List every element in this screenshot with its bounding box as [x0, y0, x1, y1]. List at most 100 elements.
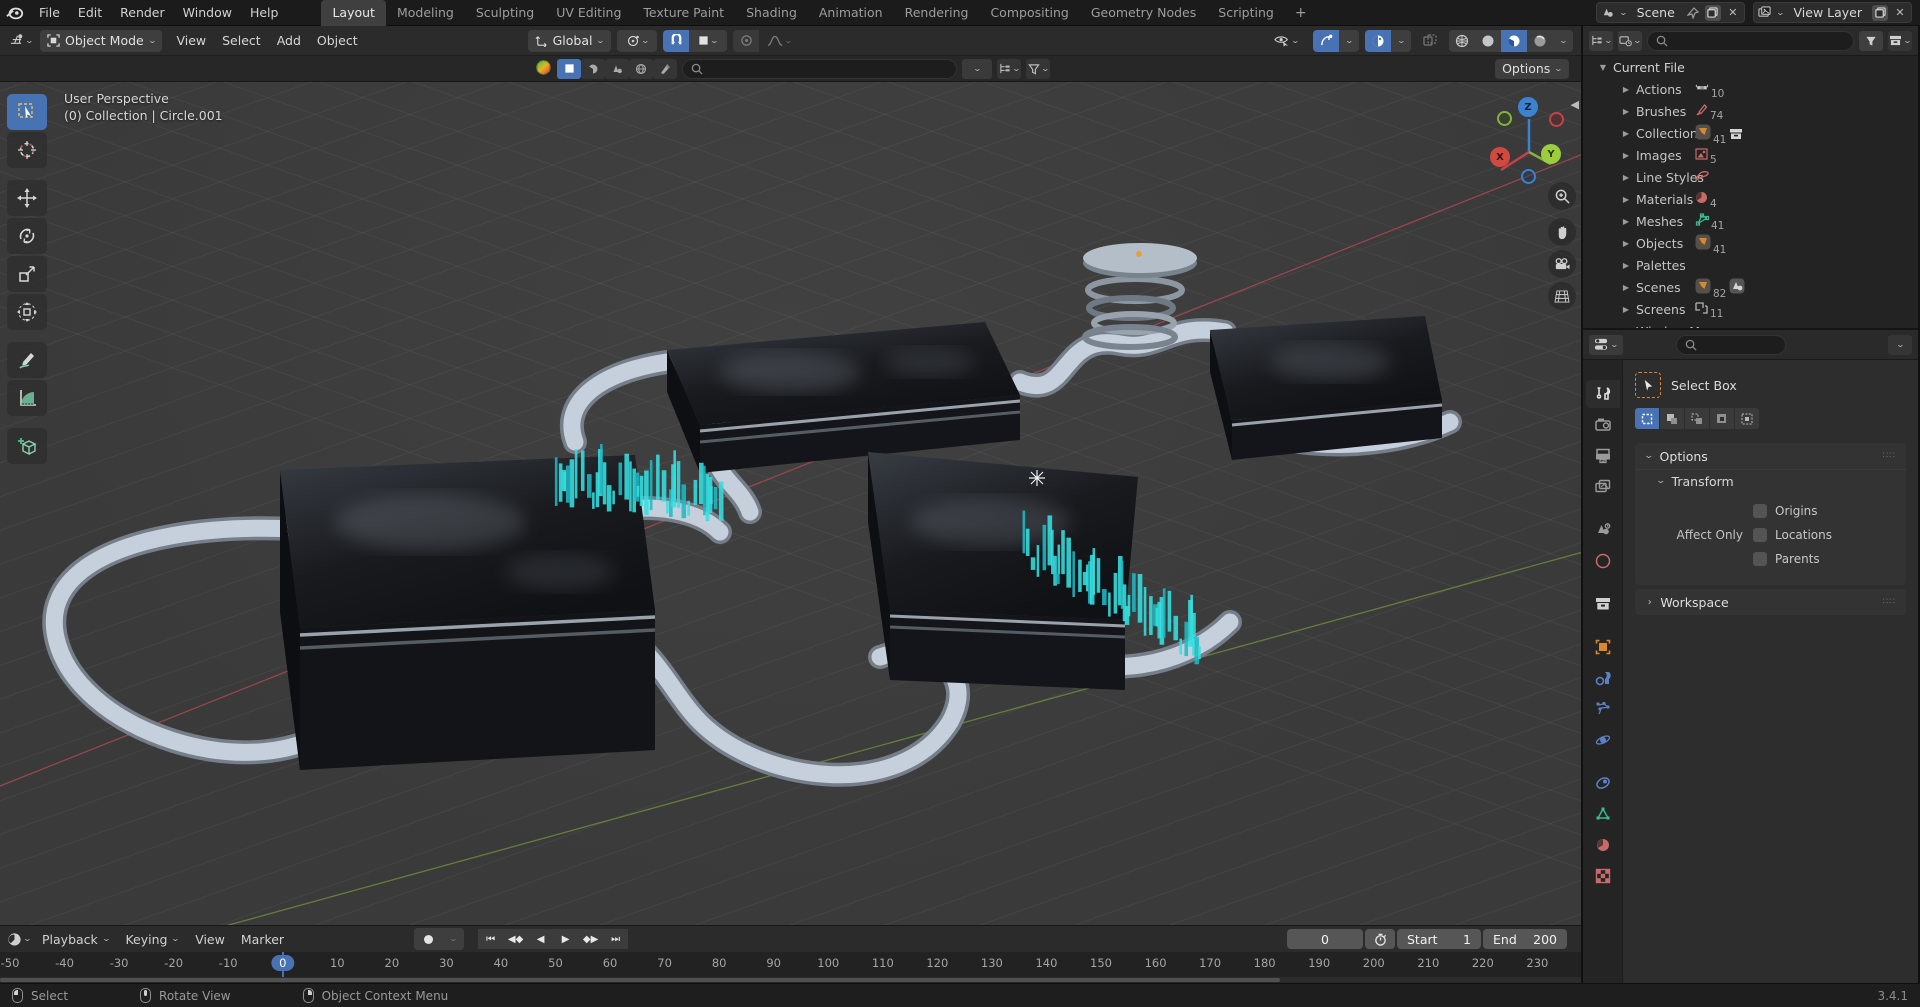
- pan-hand-button[interactable]: [1548, 218, 1576, 246]
- outliner-row-current-file[interactable]: ▼Current File: [1583, 56, 1918, 78]
- display-mode-4-button[interactable]: [629, 59, 653, 79]
- outliner-row-images[interactable]: ▶Images5: [1583, 144, 1918, 166]
- new-view-layer-button[interactable]: [1872, 5, 1888, 21]
- select-mode-extend[interactable]: [1660, 408, 1685, 429]
- properties-tab-modifiers[interactable]: [1586, 664, 1620, 692]
- expand-arrow[interactable]: ▶: [1620, 305, 1632, 314]
- outliner-collection-dropdown[interactable]: ⌄: [1888, 31, 1912, 51]
- workspace-tab-uv-editing[interactable]: UV Editing: [545, 0, 632, 26]
- overlays-dropdown[interactable]: ⌄: [1391, 30, 1411, 52]
- next-keyframe-button[interactable]: ◆▶: [578, 929, 603, 949]
- select-mode-subtract[interactable]: [1685, 408, 1710, 429]
- menu-help[interactable]: Help: [241, 0, 288, 26]
- properties-tab-view-layer[interactable]: [1586, 473, 1620, 501]
- ortho-grid-button[interactable]: [1548, 282, 1576, 310]
- mode-dropdown[interactable]: Object Mode ⌄: [40, 30, 162, 52]
- object-visibility-dropdown[interactable]: ⌄: [1265, 30, 1307, 52]
- gizmo-minus-y-axis[interactable]: [1497, 111, 1512, 126]
- platform-top-middle[interactable]: [667, 322, 1020, 473]
- properties-tab-object-data[interactable]: [1586, 800, 1620, 828]
- expand-arrow[interactable]: ▶: [1620, 129, 1632, 138]
- outliner-row-screens[interactable]: ▶Screens11: [1583, 298, 1918, 320]
- menu-window[interactable]: Window: [174, 0, 241, 26]
- outliner-row-brushes[interactable]: ▶Brushes74: [1583, 100, 1918, 122]
- properties-tab-constraints[interactable]: [1586, 769, 1620, 797]
- checkbox-origins[interactable]: [1753, 504, 1767, 518]
- use-preview-range-button[interactable]: [1365, 929, 1395, 949]
- select-mode-invert[interactable]: [1710, 408, 1735, 429]
- outliner-display-mode-dropdown[interactable]: ⌄: [1589, 31, 1613, 51]
- viewport-menu-view[interactable]: View: [168, 33, 214, 48]
- outliner-row-line-styles[interactable]: ▶Line Styles: [1583, 166, 1918, 188]
- tool-add-cube[interactable]: [7, 428, 47, 464]
- properties-editor-type-button[interactable]: ⌄: [1589, 335, 1623, 355]
- viewport-options-dropdown[interactable]: Options ⌄: [1495, 59, 1569, 79]
- expand-arrow[interactable]: ▶: [1620, 107, 1632, 116]
- transform-subpanel-header[interactable]: ⌄ Transform: [1635, 469, 1906, 493]
- timeline-menu-view[interactable]: View: [187, 932, 233, 947]
- workspace-tab-geometry-nodes[interactable]: Geometry Nodes: [1080, 0, 1207, 26]
- show-gizmo-toggle[interactable]: [1313, 30, 1339, 52]
- auto-keying-dropdown[interactable]: ⌄: [442, 928, 464, 950]
- play-button[interactable]: ▶: [553, 929, 578, 949]
- properties-options-dropdown[interactable]: ⌄: [1888, 335, 1912, 355]
- outliner-search-input[interactable]: [1647, 31, 1854, 51]
- expand-arrow[interactable]: ▼: [1597, 63, 1609, 72]
- camera-view-button[interactable]: [1548, 250, 1576, 278]
- properties-tab-collection[interactable]: [1586, 590, 1620, 618]
- scene-name[interactable]: Scene: [1631, 5, 1681, 20]
- checkbox-locations[interactable]: [1753, 528, 1767, 542]
- display-mode-5-button[interactable]: [653, 59, 677, 79]
- outliner-row-scenes[interactable]: ▶Scenes82: [1583, 276, 1918, 298]
- tool-annotate[interactable]: [7, 342, 47, 378]
- viewport-menu-add[interactable]: Add: [269, 33, 309, 48]
- filter-funnel-button[interactable]: ⌄: [1026, 59, 1050, 79]
- display-mode-1-button[interactable]: [557, 59, 581, 79]
- new-scene-button[interactable]: [1705, 5, 1721, 21]
- remove-view-layer-button[interactable]: ✕: [1892, 5, 1908, 21]
- checkbox-parents[interactable]: [1753, 552, 1767, 566]
- gizmo-x-axis[interactable]: X: [1490, 147, 1510, 167]
- display-mode-2-button[interactable]: [581, 59, 605, 79]
- view-layer-name[interactable]: View Layer: [1788, 5, 1869, 20]
- timeline-menu-marker[interactable]: Marker: [233, 932, 292, 947]
- properties-tab-object[interactable]: [1586, 633, 1620, 661]
- shading-wireframe-button[interactable]: [1449, 30, 1475, 52]
- tool-move[interactable]: [7, 180, 47, 216]
- expand-arrow[interactable]: ▶: [1620, 283, 1632, 292]
- outliner-row-materials[interactable]: ▶Materials4: [1583, 188, 1918, 210]
- properties-tab-physics[interactable]: [1586, 726, 1620, 754]
- timeline-editor-type-button[interactable]: ⌄: [6, 928, 32, 950]
- outliner-row-objects[interactable]: ▶Objects41: [1583, 232, 1918, 254]
- gizmo-minus-x-axis[interactable]: [1549, 112, 1564, 127]
- properties-tab-render[interactable]: [1586, 411, 1620, 439]
- shading-material-button[interactable]: [1501, 30, 1527, 52]
- expand-arrow[interactable]: ▶: [1620, 217, 1632, 226]
- options-panel-header[interactable]: ⌄ Options ∷∷: [1635, 443, 1906, 469]
- viewport-menu-select[interactable]: Select: [214, 33, 269, 48]
- play-reverse-button[interactable]: ◀: [528, 929, 553, 949]
- properties-tab-texture[interactable]: [1586, 862, 1620, 890]
- platform-right[interactable]: [1210, 316, 1442, 460]
- workspace-tab-layout[interactable]: Layout: [321, 0, 386, 26]
- select-mode-set[interactable]: [1635, 408, 1660, 429]
- tool-measure[interactable]: [7, 380, 47, 416]
- snap-to-dropdown[interactable]: ⌄: [689, 30, 727, 52]
- properties-tab-world[interactable]: [1586, 547, 1620, 575]
- panel-grip[interactable]: ∷∷: [1883, 597, 1896, 607]
- gizmo-y-axis[interactable]: Y: [1541, 144, 1561, 164]
- timeline-ruler[interactable]: -50-40-30-20-100102030405060708090100110…: [0, 952, 1581, 977]
- viewport-menu-object[interactable]: Object: [309, 33, 366, 48]
- workspace-tab-shading[interactable]: Shading: [735, 0, 808, 26]
- menu-edit[interactable]: Edit: [69, 0, 111, 26]
- frame-end-field[interactable]: End200: [1483, 929, 1567, 949]
- shading-rendered-button[interactable]: [1527, 30, 1553, 52]
- pivot-point-dropdown[interactable]: ⌄: [617, 30, 657, 52]
- timeline-menu-keying[interactable]: Keying⌄: [117, 932, 187, 947]
- tool-transform[interactable]: [7, 294, 47, 330]
- show-overlays-toggle[interactable]: [1365, 30, 1391, 52]
- zoom-button[interactable]: [1548, 182, 1576, 210]
- add-workspace-button[interactable]: +: [1285, 5, 1317, 21]
- workspace-tab-compositing[interactable]: Compositing: [979, 0, 1079, 26]
- workspace-tab-sculpting[interactable]: Sculpting: [465, 0, 545, 26]
